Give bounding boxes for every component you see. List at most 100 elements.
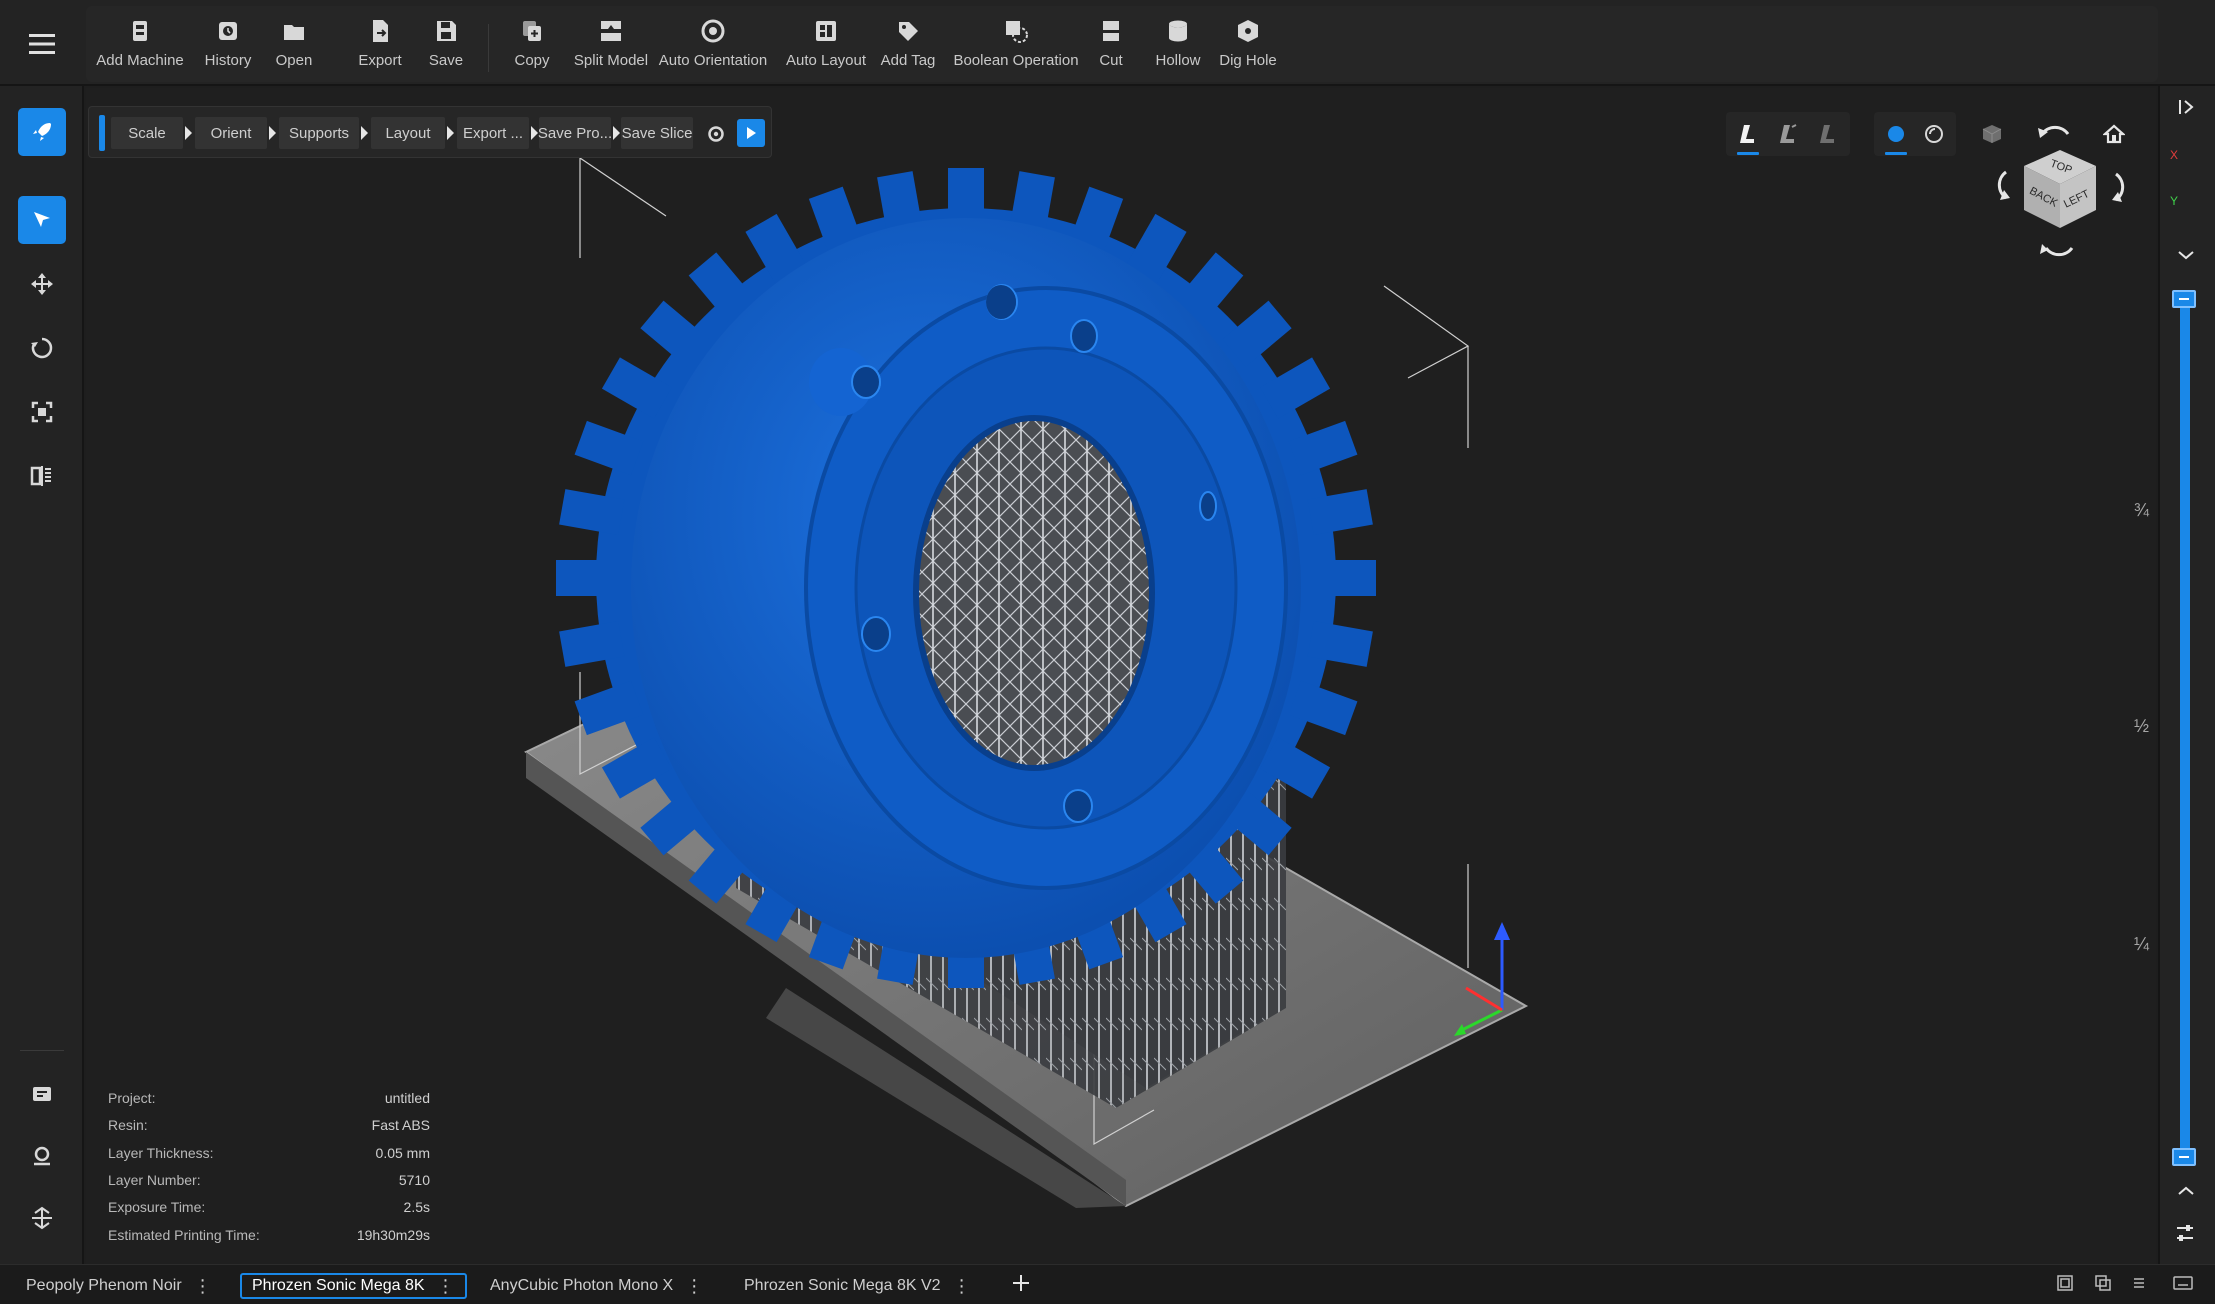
scale-icon	[31, 401, 53, 423]
workflow-step-supports[interactable]: Supports	[279, 117, 359, 149]
sliders-icon	[2177, 1225, 2193, 1241]
left-sidebar	[0, 86, 84, 1264]
info-row-resin: Resin: Fast ABS	[108, 1117, 430, 1137]
keyboard-button[interactable]	[2172, 1272, 2194, 1294]
model-view-icon	[1740, 125, 1754, 143]
tab-label: Phrozen Sonic Mega 8K	[252, 1277, 425, 1294]
tab-label: Peopoly Phenom Noir	[26, 1277, 182, 1294]
move-icon	[31, 273, 53, 295]
info-label: Layer Number:	[108, 1172, 201, 1188]
folder-icon	[284, 25, 304, 40]
workflow-run-button[interactable]	[737, 119, 765, 147]
kebab-menu-icon[interactable]: ⋮	[953, 1276, 971, 1297]
kebab-menu-icon[interactable]: ⋮	[685, 1276, 703, 1297]
layer-slider-bottom-handle[interactable]	[2172, 1148, 2196, 1166]
rotate-tool-button[interactable]	[18, 324, 66, 372]
support-view-icon	[1780, 124, 1797, 143]
slider-mark-three-quarters: ¾	[2134, 500, 2150, 520]
info-value: 19h30m29s	[356, 1227, 430, 1243]
library-icon	[33, 1087, 51, 1101]
open-label: Open	[275, 52, 313, 69]
info-row-layer-number: Layer Number: 5710	[108, 1172, 430, 1192]
select-tool-button[interactable]	[18, 196, 66, 244]
view-mode-1-button[interactable]	[1732, 118, 1764, 150]
info-value: untitled	[384, 1090, 430, 1106]
workflow-step-scale[interactable]: Scale	[111, 117, 183, 149]
scale-tool-button[interactable]	[18, 388, 66, 436]
rotate-right-icon[interactable]	[2112, 172, 2125, 202]
info-value: Fast ABS	[371, 1117, 430, 1133]
rotate-down-icon[interactable]	[2040, 244, 2074, 257]
workflow-step-export[interactable]: Export ...	[457, 117, 529, 149]
split-model-icon	[601, 21, 621, 41]
wireframe-sphere-icon	[1925, 125, 1943, 143]
dig-hole-button[interactable]: Dig Hole	[1188, 16, 1308, 69]
collapse-panel-button[interactable]	[2176, 96, 2198, 123]
save-icon	[437, 21, 456, 41]
boolean-operation-icon	[1006, 21, 1028, 43]
gear-icon	[708, 126, 724, 142]
cursor-icon	[34, 212, 50, 227]
move-tool-button[interactable]	[18, 260, 66, 308]
navigation-cube[interactable]: TOP BACK LEFT	[1980, 118, 2140, 268]
auto-orientation-icon	[701, 19, 725, 43]
slider-mark-half: ½	[2134, 716, 2150, 736]
tab-peopoly-phenom-noir[interactable]: Peopoly Phenom Noir ⋮	[26, 1273, 212, 1299]
mirror-icon	[30, 466, 51, 486]
info-label: Exposure Time:	[108, 1199, 206, 1215]
solid-render-button[interactable]	[1880, 118, 1912, 150]
view-mode-active-indicator	[1737, 152, 1759, 155]
layers-view-icon	[2095, 1275, 2111, 1291]
chevron-up-icon	[2178, 1186, 2194, 1195]
layer-slider-top-handle[interactable]	[2172, 290, 2196, 308]
hamburger-menu-icon[interactable]	[18, 20, 66, 68]
workflow-step-save-slice[interactable]: Save Slice	[621, 117, 693, 149]
status-list-button[interactable]	[2128, 1272, 2150, 1294]
mirror-tool-button[interactable]	[18, 452, 66, 500]
copy-icon	[523, 21, 541, 41]
axis-x-label: X	[2170, 148, 2179, 162]
workflow-arrow-icon	[269, 126, 276, 140]
workflow-arrow-icon	[447, 126, 454, 140]
view-mode-2-button[interactable]	[1772, 118, 1804, 150]
workflow-bar: Scale Orient Supports Layout Export ... …	[88, 106, 772, 158]
kebab-menu-icon[interactable]: ⋮	[437, 1276, 455, 1297]
workflow-step-layout[interactable]: Layout	[371, 117, 445, 149]
dig-hole-label: Dig Hole	[1219, 52, 1277, 69]
add-tab-button[interactable]	[1006, 1268, 1036, 1298]
rotate-up-icon[interactable]	[2038, 125, 2070, 138]
info-value: 2.5s	[403, 1199, 430, 1215]
machine-tab-bar: Peopoly Phenom Noir ⋮ Phrozen Sonic Mega…	[0, 1264, 2215, 1304]
view-mode-3-button[interactable]	[1812, 118, 1844, 150]
slice-rocket-button[interactable]	[18, 108, 66, 156]
info-label: Resin:	[108, 1117, 148, 1133]
collapse-panel-icon	[2179, 100, 2194, 114]
project-info-panel: Project: untitled Resin: Fast ABS Layer …	[108, 1088, 430, 1248]
workflow-settings-button[interactable]	[701, 119, 731, 149]
layer-settings-button[interactable]	[2174, 1222, 2196, 1249]
layer-slider-track[interactable]	[2180, 296, 2190, 1160]
workflow-step-save-project[interactable]: Save Pro...	[538, 117, 612, 149]
support-settings-button[interactable]	[18, 1132, 66, 1180]
wireframe-render-button[interactable]	[1918, 118, 1950, 150]
slider-expand-button[interactable]	[2176, 1184, 2196, 1203]
tab-phrozen-sonic-mega-8k[interactable]: Phrozen Sonic Mega 8K ⋮	[240, 1273, 467, 1299]
platform-settings-button[interactable]	[18, 1194, 66, 1242]
workflow-step-orient[interactable]: Orient	[195, 117, 267, 149]
toolbar-panel: Add Machine History Open Export Save Cop…	[86, 6, 2158, 82]
kebab-menu-icon[interactable]: ⋮	[194, 1276, 212, 1297]
status-view-1-button[interactable]	[2054, 1272, 2076, 1294]
info-value: 0.05 mm	[375, 1145, 430, 1161]
rotate-left-icon[interactable]	[1997, 170, 2010, 200]
play-icon	[747, 127, 756, 139]
chevron-down-icon	[2178, 251, 2194, 260]
solid-sphere-icon	[1888, 126, 1904, 142]
sidebar-divider	[20, 1050, 64, 1051]
status-view-2-button[interactable]	[2092, 1272, 2114, 1294]
resin-library-button[interactable]	[18, 1070, 66, 1118]
tab-anycubic-photon-mono-x[interactable]: AnyCubic Photon Mono X ⋮	[490, 1273, 703, 1299]
axis-y-label: Y	[2170, 194, 2179, 208]
tab-phrozen-sonic-mega-8k-v2[interactable]: Phrozen Sonic Mega 8K V2 ⋮	[744, 1273, 971, 1299]
slider-collapse-button[interactable]	[2176, 248, 2196, 267]
info-value: 5710	[398, 1172, 430, 1188]
